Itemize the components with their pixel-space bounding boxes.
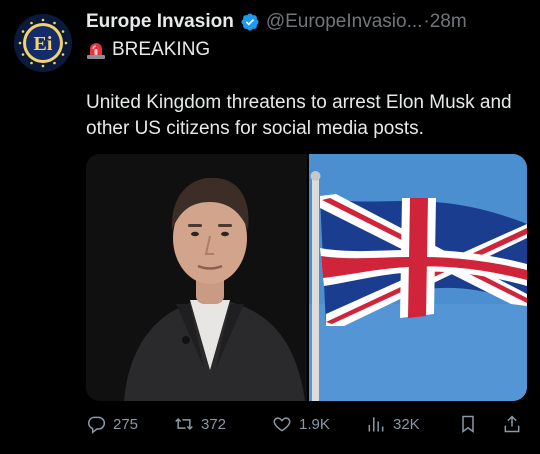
reply-count: 275 <box>113 415 139 433</box>
avatar-logo: Ei <box>17 17 69 69</box>
views-icon <box>368 417 384 432</box>
share-button[interactable] <box>502 414 529 434</box>
views-button[interactable]: 32K <box>366 414 420 434</box>
avatar[interactable]: Ei <box>14 14 72 72</box>
heart-icon <box>273 417 291 432</box>
tweet-header: Europe Invasion @EuropeInvasio... · 28m <box>86 10 526 34</box>
tweet-text: United Kingdom threatens to arrest Elon … <box>86 92 512 139</box>
like-button[interactable]: 1.9K <box>272 414 330 434</box>
breaking-line: BREAKING <box>86 38 210 62</box>
view-count: 32K <box>393 415 420 433</box>
portrait-photo[interactable] <box>86 154 307 401</box>
verified-badge-icon <box>241 13 259 31</box>
flag-photo[interactable] <box>309 154 527 401</box>
repost-icon <box>175 417 193 431</box>
reply-button[interactable]: 275 <box>86 414 138 434</box>
repost-button[interactable]: 372 <box>174 414 226 434</box>
like-count: 1.9K <box>299 415 330 433</box>
bookmark-icon <box>462 415 474 433</box>
timestamp[interactable]: 28m <box>430 11 467 33</box>
siren-icon <box>87 43 105 59</box>
share-icon <box>504 415 520 433</box>
breaking-label: BREAKING <box>112 39 211 60</box>
bookmark-button[interactable] <box>458 414 485 434</box>
author-handle[interactable]: @EuropeInvasio... <box>266 11 423 33</box>
reply-icon <box>88 416 106 434</box>
author-name[interactable]: Europe Invasion <box>86 11 234 33</box>
action-bar: 275 372 1.9K 32K <box>86 410 526 442</box>
repost-count: 372 <box>201 415 227 433</box>
tweet-media[interactable] <box>86 154 527 401</box>
avatar-text: Ei <box>34 33 53 55</box>
